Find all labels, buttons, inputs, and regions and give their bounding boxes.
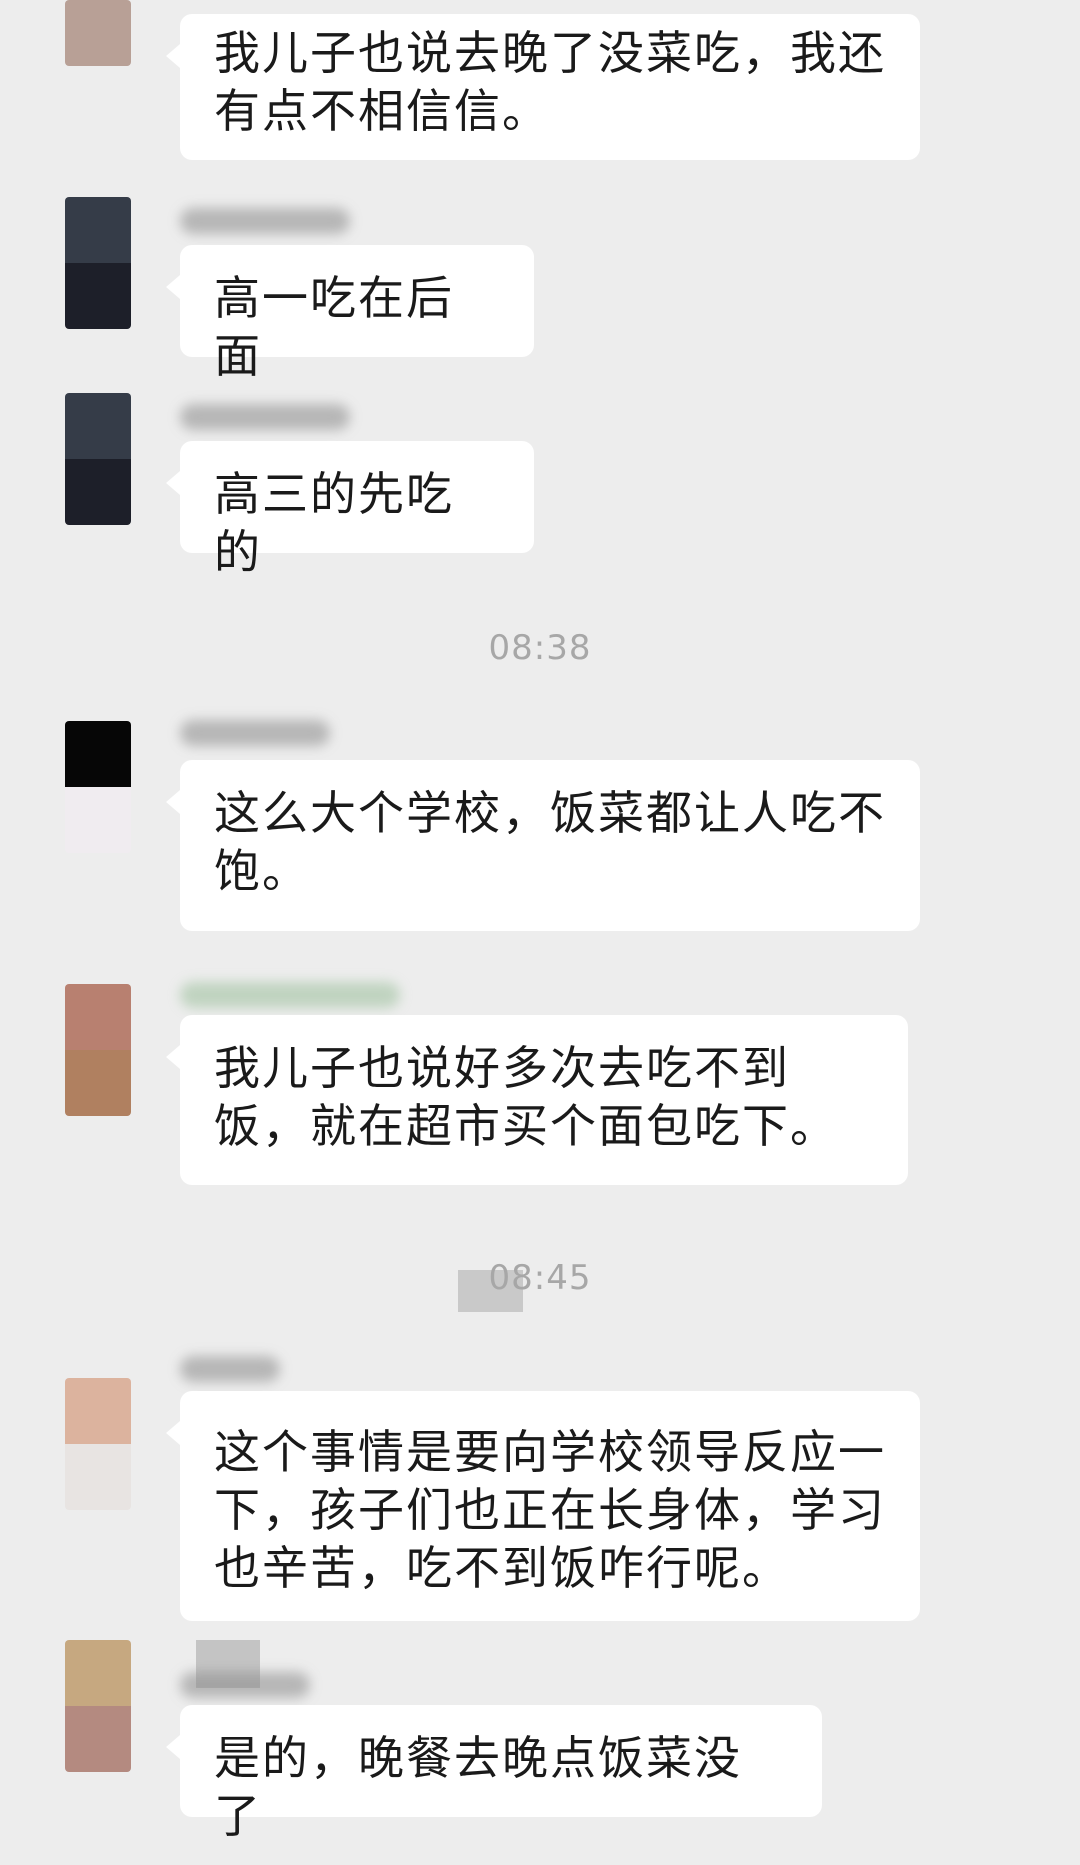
sender-name-blurred <box>180 1672 310 1698</box>
timestamp: 08:38 <box>488 628 592 668</box>
message-bubble[interactable]: 这个事情是要向学校领导反应一下，孩子们也正在长身体，学习也辛苦，吃不到饭咋行呢。 <box>166 1391 920 1621</box>
message-text: 高三的先吃的 <box>214 467 454 579</box>
message-bubble[interactable]: 我儿子也说去晚了没菜吃，我还有点不相信信。 <box>166 14 920 160</box>
message-text: 这么大个学校，饭菜都让人吃不饱。 <box>214 786 886 898</box>
avatar[interactable] <box>65 1640 131 1772</box>
avatar[interactable] <box>65 984 131 1116</box>
message-text: 我儿子也说好多次去吃不到饭，就在超市买个面包吃下。 <box>214 1041 838 1153</box>
message-bubble[interactable]: 高一吃在后面 <box>166 245 534 383</box>
avatar[interactable] <box>65 1378 131 1510</box>
timestamp: 08:45 <box>488 1258 592 1298</box>
chat-area: 我儿子也说去晚了没菜吃，我还有点不相信信。 高一吃在后面 高三的先吃的 08:3… <box>0 0 1080 1865</box>
message-bubble[interactable]: 我儿子也说好多次去吃不到饭，就在超市买个面包吃下。 <box>166 1015 908 1185</box>
sender-name-blurred <box>180 1356 280 1382</box>
avatar[interactable] <box>65 197 131 329</box>
sender-name-blurred <box>180 720 330 746</box>
avatar[interactable] <box>65 721 131 853</box>
message-text: 高一吃在后面 <box>214 271 454 383</box>
sender-name-blurred <box>180 404 350 430</box>
message-bubble[interactable]: 这么大个学校，饭菜都让人吃不饱。 <box>166 760 920 931</box>
sender-name-blurred <box>180 208 350 234</box>
message-bubble[interactable]: 高三的先吃的 <box>166 441 534 579</box>
sender-name-blurred <box>180 982 400 1008</box>
message-text: 这个事情是要向学校领导反应一下，孩子们也正在长身体，学习也辛苦，吃不到饭咋行呢。 <box>214 1425 886 1595</box>
avatar[interactable] <box>65 393 131 525</box>
message-bubble[interactable]: 是的，晚餐去晚点饭菜没了 <box>166 1705 822 1843</box>
avatar[interactable] <box>65 0 131 66</box>
message-text: 我儿子也说去晚了没菜吃，我还有点不相信信。 <box>214 26 886 138</box>
message-text: 是的，晚餐去晚点饭菜没了 <box>214 1731 742 1843</box>
